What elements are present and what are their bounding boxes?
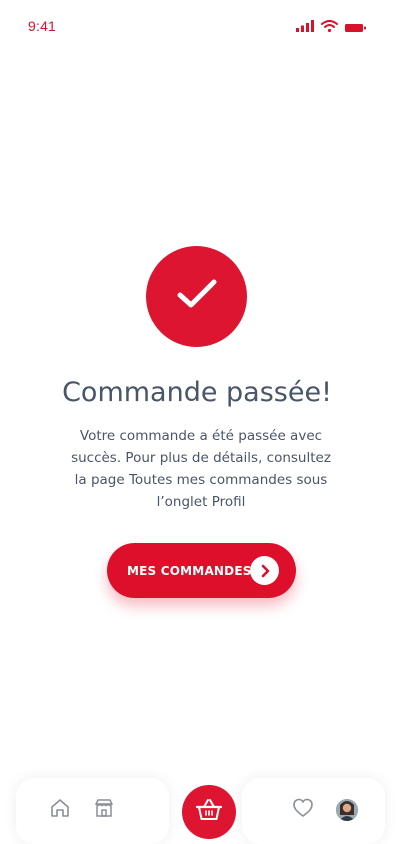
check-icon (176, 278, 218, 315)
battery-icon (345, 19, 366, 37)
signal-icon (296, 19, 314, 37)
success-badge (146, 246, 247, 347)
wifi-icon (321, 19, 338, 37)
page-title: Commande passée! (62, 377, 332, 408)
status-icons (296, 19, 366, 37)
nav-favorites[interactable] (289, 796, 317, 824)
basket-icon (195, 798, 223, 827)
nav-home[interactable] (46, 796, 74, 824)
chevron-right-icon (250, 556, 279, 585)
nav-store[interactable] (90, 796, 118, 824)
success-message: Votre commande a été passée avec succès.… (71, 428, 331, 510)
status-time: 9:41 (28, 18, 57, 34)
avatar (336, 799, 358, 821)
nav-basket[interactable] (182, 785, 236, 839)
store-icon (93, 797, 115, 824)
my-orders-button-label: MES COMMANDES (127, 563, 252, 578)
bottom-nav (0, 760, 400, 844)
my-orders-button[interactable]: MES COMMANDES (107, 543, 296, 598)
status-bar: 9:41 (0, 0, 400, 50)
nav-profile[interactable] (333, 796, 361, 824)
home-icon (49, 797, 71, 824)
heart-icon (292, 798, 314, 823)
